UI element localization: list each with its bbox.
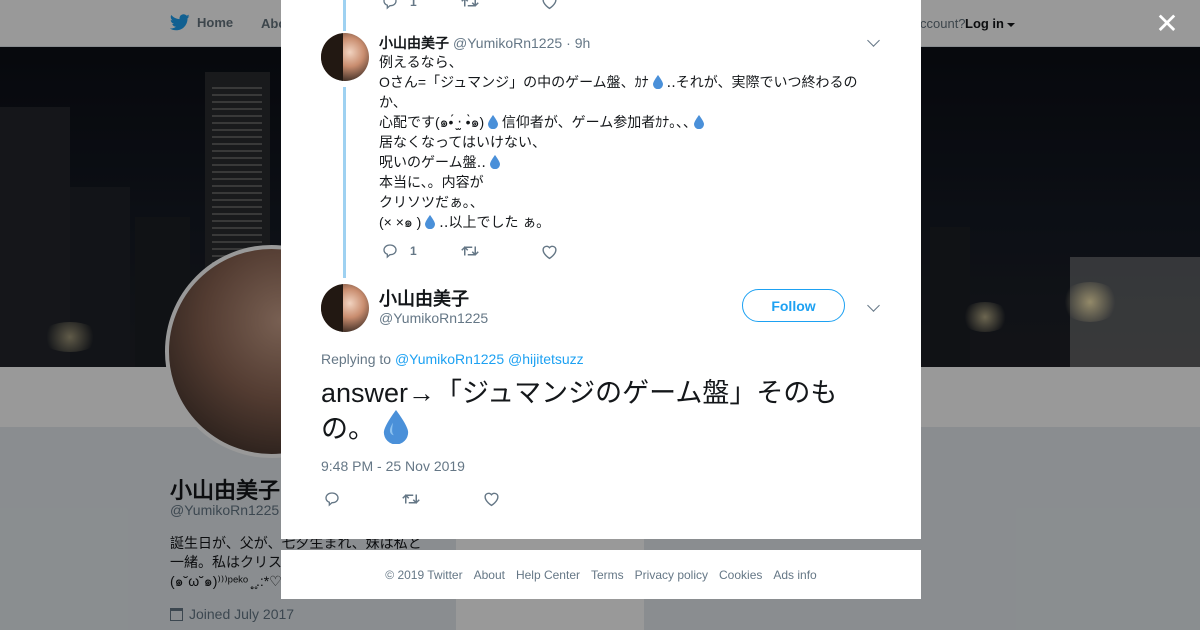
- main-tweet-text-part: answer→「ジュマンジのゲーム盤」そのも: [321, 378, 838, 408]
- footer-terms-link[interactable]: Terms: [591, 568, 624, 582]
- tweet-timestamp[interactable]: 9:48 PM - 25 Nov 2019: [321, 458, 465, 474]
- droplet-icon: [694, 115, 705, 129]
- footer-cookies-link[interactable]: Cookies: [719, 568, 762, 582]
- main-tweet-author-handle[interactable]: @YumikoRn1225: [379, 310, 488, 326]
- tweet-line: 心配です(๑•́ ‧̫ •̀๑) 信仰者が、ゲーム参加者ｶﾅ｡､､: [379, 112, 879, 132]
- close-icon[interactable]: ✕: [1154, 10, 1180, 38]
- mention-link[interactable]: @hijitetsuzz: [508, 351, 584, 367]
- reply-count: 1: [410, 0, 417, 9]
- tweet-author-name[interactable]: 小山由美子: [379, 33, 449, 53]
- main-tweet-author-name[interactable]: 小山由美子: [379, 285, 469, 311]
- tweet-line: 居なくなってはいけない、: [379, 134, 547, 150]
- tweet-text: 例えるなら、 Oさん=「ジュマンジ」の中のゲーム盤、ｶﾅ ‥それが、実際でいつ終…: [379, 52, 879, 232]
- droplet-icon: [383, 410, 408, 444]
- reply-icon[interactable]: [382, 0, 398, 10]
- tweet-line: Oさん=「ジュマンジ」の中のゲーム盤、ｶﾅ ‥それが、実際でいつ終わるの: [379, 74, 858, 90]
- thread-line: [343, 0, 346, 31]
- retweet-icon[interactable]: [461, 243, 479, 259]
- like-icon[interactable]: [483, 491, 500, 507]
- tweet-time[interactable]: · 9h: [566, 35, 590, 51]
- droplet-icon: [425, 215, 436, 229]
- reply-icon[interactable]: [324, 491, 340, 507]
- tweet-author-handle[interactable]: @YumikoRn1225: [453, 35, 562, 51]
- chevron-down-icon[interactable]: [867, 34, 880, 47]
- tweet-header: 小山由美子 @YumikoRn1225 · 9h: [379, 33, 590, 53]
- main-tweet-text: answer→「ジュマンジのゲーム盤」そのもの。: [321, 376, 881, 446]
- mention-link[interactable]: @YumikoRn1225: [395, 351, 504, 367]
- reply-icon[interactable]: [382, 243, 398, 259]
- footer-help-link[interactable]: Help Center: [516, 568, 580, 582]
- tweet-avatar[interactable]: [321, 33, 369, 81]
- tweet-permalink-modal: 1 小山由美子 @YumikoRn1225 · 9h 例えるなら、 Oさん=「ジ…: [281, 0, 921, 539]
- reply-count: 1: [410, 244, 417, 258]
- thread-line: [343, 87, 346, 278]
- retweet-icon[interactable]: [461, 0, 479, 10]
- retweet-icon[interactable]: [402, 491, 420, 507]
- droplet-icon: [488, 115, 499, 129]
- chevron-down-icon[interactable]: [867, 299, 880, 312]
- main-tweet-avatar[interactable]: [321, 284, 369, 332]
- footer-ads-link[interactable]: Ads info: [773, 568, 816, 582]
- prev-tweet-actions: 1: [382, 0, 417, 10]
- follow-button[interactable]: Follow: [742, 289, 845, 322]
- droplet-icon: [652, 75, 663, 89]
- replying-prefix: Replying to: [321, 351, 392, 367]
- tweet-actions: 1: [382, 243, 417, 259]
- tweet-line: か、: [379, 94, 407, 110]
- footer-about-link[interactable]: About: [474, 568, 505, 582]
- tweet-line: 例えるなら、: [379, 54, 463, 70]
- tweet-line: クリソツだぁ。、: [379, 194, 484, 210]
- tweet-line: (× ×๑ ) ‥以上でした ぁ。: [379, 214, 551, 230]
- footer-copyright: © 2019 Twitter: [385, 567, 463, 582]
- like-icon[interactable]: [541, 0, 558, 10]
- modal-footer: © 2019 Twitter About Help Center Terms P…: [281, 550, 921, 599]
- droplet-icon: [489, 155, 500, 169]
- replying-to: Replying to @YumikoRn1225 @hijitetsuzz: [321, 351, 584, 367]
- footer-privacy-link[interactable]: Privacy policy: [635, 568, 708, 582]
- tweet-line: 本当に、。内容が: [379, 174, 484, 190]
- tweet-line: 呪いのゲーム盤‥: [379, 152, 879, 172]
- main-tweet-text-part: の。: [321, 414, 375, 444]
- like-icon[interactable]: [541, 244, 558, 260]
